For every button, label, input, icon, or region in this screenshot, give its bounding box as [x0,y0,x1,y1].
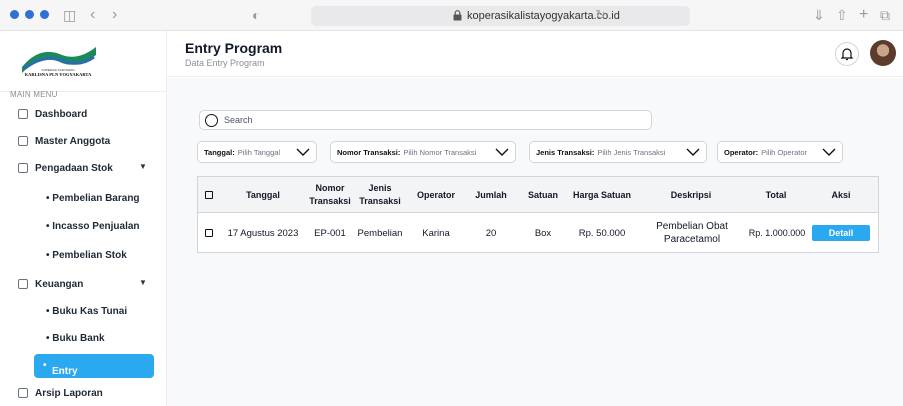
search-icon [205,114,218,127]
page-title: Entry Program [185,40,283,56]
close-window-dot[interactable] [10,10,19,19]
avatar[interactable] [870,40,896,66]
row-checkbox[interactable] [205,229,213,237]
search-placeholder: Search [224,115,253,125]
column-header: Jenis Transaksi [359,183,401,206]
transactions-table: Tanggal Nomor Transaksi Jenis Transaksi … [197,176,879,253]
column-header: Operator [416,189,455,200]
sidebar-sub-buku-bank[interactable]: • Buku Bank [46,333,105,344]
browser-toolbar: ◫ ‹ › ◐ koperasikalistayogyakarta.co.id … [0,0,903,31]
cell-operator: Karina [422,227,450,239]
sidebar-item-master-anggota[interactable]: Master Anggota [10,130,156,152]
sidebar: KOPERASI KARYAWAN KARLISNA PLN YOGYAKART… [0,31,167,406]
chevron-down-icon [296,148,310,156]
sidebar-item-label: Arsip Laporan [35,387,103,399]
cell-nomor: EP-001 [314,227,346,239]
back-icon[interactable]: ‹ [90,5,95,25]
column-header: Satuan [527,189,558,200]
cell-satuan: Box [534,227,552,239]
main-content: Search Tanggal: Pilih Tanggal Nomor Trans… [167,78,903,406]
sidebar-toggle-icon[interactable]: ◫ [63,5,76,25]
member-icon [18,136,28,146]
sidebar-item-pengadaan-stok[interactable]: Pengadaan Stok ▼ [10,157,156,179]
folder-icon [18,388,28,398]
download-icon[interactable]: ⇓ [813,5,825,25]
filter-tanggal[interactable]: Tanggal: Pilih Tanggal [197,141,317,163]
table-header: Tanggal Nomor Transaksi Jenis Transaksi … [198,177,878,213]
sidebar-sub-incasso-penjualan[interactable]: • Incasso Penjualan [46,221,140,232]
sidebar-sub-pembelian-barang[interactable]: • Pembelian Barang [46,193,140,204]
notification-button[interactable] [835,42,859,66]
tab-overview-icon[interactable]: ⧉ [880,5,890,25]
row-select-cell [198,214,220,252]
sidebar-item-label: Master Anggota [35,135,111,147]
chevron-down-icon: ▼ [139,162,147,171]
sidebar-item-label: Keuangan [35,278,84,290]
filter-operator[interactable]: Operator: Pilih Operator [717,141,843,163]
dashboard-icon [18,109,28,119]
sidebar-item-dashboard[interactable]: Dashboard [10,103,156,125]
cell-total: Rp. 1.000.000 [748,227,806,238]
column-header: Jumlah [475,189,507,200]
cell-tanggal: 17 Agustus 2023 [227,227,299,239]
share-icon[interactable]: ⇧ [836,5,848,25]
main-menu-heading: MAIN MENU [10,90,58,99]
column-header: Tanggal [246,189,280,200]
sidebar-sub-entry-program[interactable]: • Entry Program [34,354,154,388]
select-all-cell [198,177,220,213]
filter-nomor-transaksi[interactable]: Nomor Transaksi: Pilih Nomor Transaksi [330,141,516,163]
column-header: Harga Satuan [572,189,632,200]
bell-icon [840,48,854,61]
sidebar-item-arsip-laporan[interactable]: Arsip Laporan [10,382,156,404]
cell-jumlah: 20 [485,227,497,239]
forward-icon[interactable]: › [112,5,117,25]
page-subtitle: Data Entry Program [185,58,265,68]
svg-text:KARLISNA PLN YOGYAKARTA: KARLISNA PLN YOGYAKARTA [25,72,92,77]
sidebar-sub-buku-kas-tunai[interactable]: • Buku Kas Tunai [46,306,127,317]
column-header: Total [765,189,787,200]
select-all-checkbox[interactable] [205,191,213,199]
cell-deskripsi: Pembelian Obat Paracetamol [656,221,728,245]
privacy-shield-icon[interactable]: ◐ [252,5,260,25]
column-header: Nomor Transaksi [309,183,351,206]
search-input[interactable]: Search [199,110,652,130]
page-header: Entry Program Data Entry Program [167,31,903,77]
column-header: Aksi [831,189,851,200]
chevron-down-icon [495,148,509,156]
column-header: Deskripsi [670,189,712,200]
chevron-down-icon: ▼ [139,278,147,287]
new-tab-icon[interactable]: + [859,5,868,25]
filter-jenis-transaksi[interactable]: Jenis Transaksi: Pilih Jenis Transaksi [529,141,707,163]
finance-icon [18,279,28,289]
sidebar-item-label: Pengadaan Stok [35,162,113,174]
chevron-down-icon [822,148,836,156]
sidebar-item-label: Dashboard [35,108,88,120]
reload-icon[interactable]: ↻ [595,7,606,23]
company-logo: KOPERASI KARYAWAN KARLISNA PLN YOGYAKART… [18,43,98,79]
lock-icon [453,10,462,21]
zoom-window-dot[interactable] [40,10,49,19]
address-bar[interactable]: koperasikalistayogyakarta.co.id ↻ [311,6,690,26]
sidebar-sub-pembelian-stok[interactable]: • Pembelian Stok [46,250,127,261]
chevron-down-icon [686,148,700,156]
cell-harga: Rp. 50.000 [578,227,626,239]
clipboard-icon [18,163,28,173]
detail-button[interactable]: Detail [812,225,870,241]
cell-jenis: Pembelian [357,227,403,239]
sidebar-item-keuangan[interactable]: Keuangan ▼ [10,273,156,295]
minimize-window-dot[interactable] [25,10,34,19]
